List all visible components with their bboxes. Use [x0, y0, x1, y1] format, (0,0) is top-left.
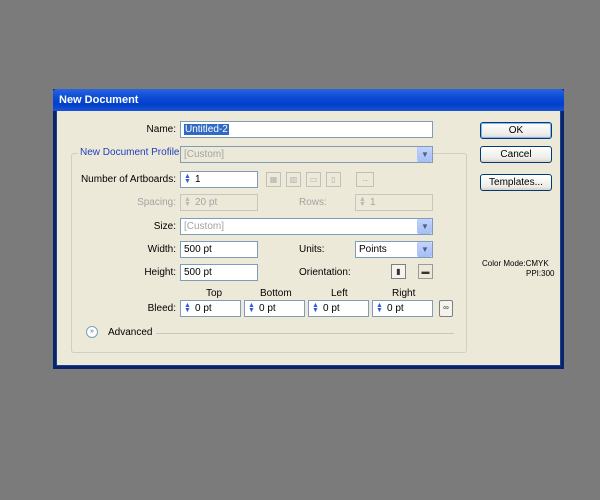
- bleed-bottom-value: 0 pt: [259, 303, 276, 314]
- height-label: Height:: [144, 267, 176, 278]
- size-select-value: [Custom]: [184, 221, 225, 232]
- spinner-arrows-icon: ▲ ▼: [184, 196, 191, 208]
- rows-input[interactable]: ▲ ▼ 1: [355, 194, 433, 211]
- spinner-arrows-icon[interactable]: ▲ ▼: [375, 302, 384, 314]
- ppi-info: PPI:300: [526, 269, 555, 278]
- grid-by-row-icon[interactable]: ▦: [266, 172, 281, 187]
- bleed-label: Bleed:: [147, 303, 176, 314]
- rows-label: Rows:: [299, 197, 327, 208]
- bleed-top-label: Top: [206, 288, 223, 299]
- artboards-label: Number of Artboards:: [80, 174, 176, 185]
- name-input-value: Untitled-2: [184, 124, 229, 135]
- bleed-right-label: Right: [392, 288, 416, 299]
- size-label: Size:: [153, 221, 176, 232]
- profile-select-value: [Custom]: [184, 149, 225, 160]
- right-to-left-layout-icon[interactable]: →: [356, 172, 374, 187]
- bleed-left-label: Left: [331, 288, 348, 299]
- size-select[interactable]: [Custom] ▼: [180, 218, 433, 235]
- profile-select[interactable]: [Custom] ▼: [180, 146, 433, 163]
- units-label: Units:: [299, 244, 325, 255]
- artboards-value: 1: [195, 174, 201, 185]
- portrait-orientation-icon[interactable]: ▮: [391, 264, 406, 279]
- bleed-bottom-input[interactable]: ▲ ▼ 0 pt: [244, 300, 305, 317]
- profile-label: New Document Profile:: [78, 147, 185, 158]
- spinner-arrows-icon[interactable]: ▲ ▼: [183, 173, 192, 185]
- advanced-label[interactable]: Advanced: [108, 327, 152, 338]
- spacing-value: 20 pt: [195, 197, 218, 208]
- templates-button[interactable]: Templates...: [480, 174, 552, 191]
- spacing-label: Spacing:: [137, 197, 176, 208]
- rows-value: 1: [370, 197, 376, 208]
- spinner-arrows-icon[interactable]: ▲ ▼: [311, 302, 320, 314]
- orientation-label: Orientation:: [299, 267, 351, 278]
- width-label: Width:: [147, 244, 176, 255]
- bleed-right-value: 0 pt: [387, 303, 404, 314]
- chevron-down-icon: ▼: [417, 219, 432, 234]
- cancel-button[interactable]: Cancel: [480, 146, 552, 163]
- bleed-left-value: 0 pt: [323, 303, 340, 314]
- chevron-down-icon: ▼: [417, 147, 432, 162]
- spinner-arrows-icon[interactable]: ▲ ▼: [247, 302, 256, 314]
- dialog-title[interactable]: New Document: [53, 89, 564, 111]
- color-mode-info: Color Mode:CMYK: [482, 259, 549, 268]
- bleed-left-input[interactable]: ▲ ▼ 0 pt: [308, 300, 369, 317]
- artboards-input[interactable]: ▲ ▼ 1: [180, 171, 258, 188]
- units-select[interactable]: Points ▼: [355, 241, 433, 258]
- name-label: Name:: [146, 124, 176, 135]
- spinner-arrows-icon: ▲ ▼: [359, 196, 366, 208]
- arrange-by-column-icon[interactable]: ▯: [326, 172, 341, 187]
- grid-by-column-icon[interactable]: ▥: [286, 172, 301, 187]
- link-bleed-icon[interactable]: ∞: [439, 300, 453, 317]
- bleed-bottom-label: Bottom: [260, 288, 292, 299]
- chevron-down-icon: ▼: [417, 242, 432, 257]
- spinner-arrows-icon[interactable]: ▲ ▼: [183, 302, 192, 314]
- expand-chevron-icon[interactable]: »: [86, 326, 98, 338]
- height-input[interactable]: 500 pt: [180, 264, 258, 281]
- new-document-dialog: New Document Name: Untitled-2 OK Cancel …: [53, 89, 564, 369]
- name-input[interactable]: Untitled-2: [180, 121, 433, 138]
- bleed-top-value: 0 pt: [195, 303, 212, 314]
- ok-button[interactable]: OK: [480, 122, 552, 139]
- spacing-input[interactable]: ▲ ▼ 20 pt: [180, 194, 258, 211]
- arrange-by-row-icon[interactable]: ▭: [306, 172, 321, 187]
- bleed-right-input[interactable]: ▲ ▼ 0 pt: [372, 300, 433, 317]
- width-input[interactable]: 500 pt: [180, 241, 258, 258]
- landscape-orientation-icon[interactable]: ▬: [418, 264, 433, 279]
- bleed-top-input[interactable]: ▲ ▼ 0 pt: [180, 300, 241, 317]
- advanced-divider: [156, 333, 454, 334]
- units-select-value: Points: [359, 244, 387, 255]
